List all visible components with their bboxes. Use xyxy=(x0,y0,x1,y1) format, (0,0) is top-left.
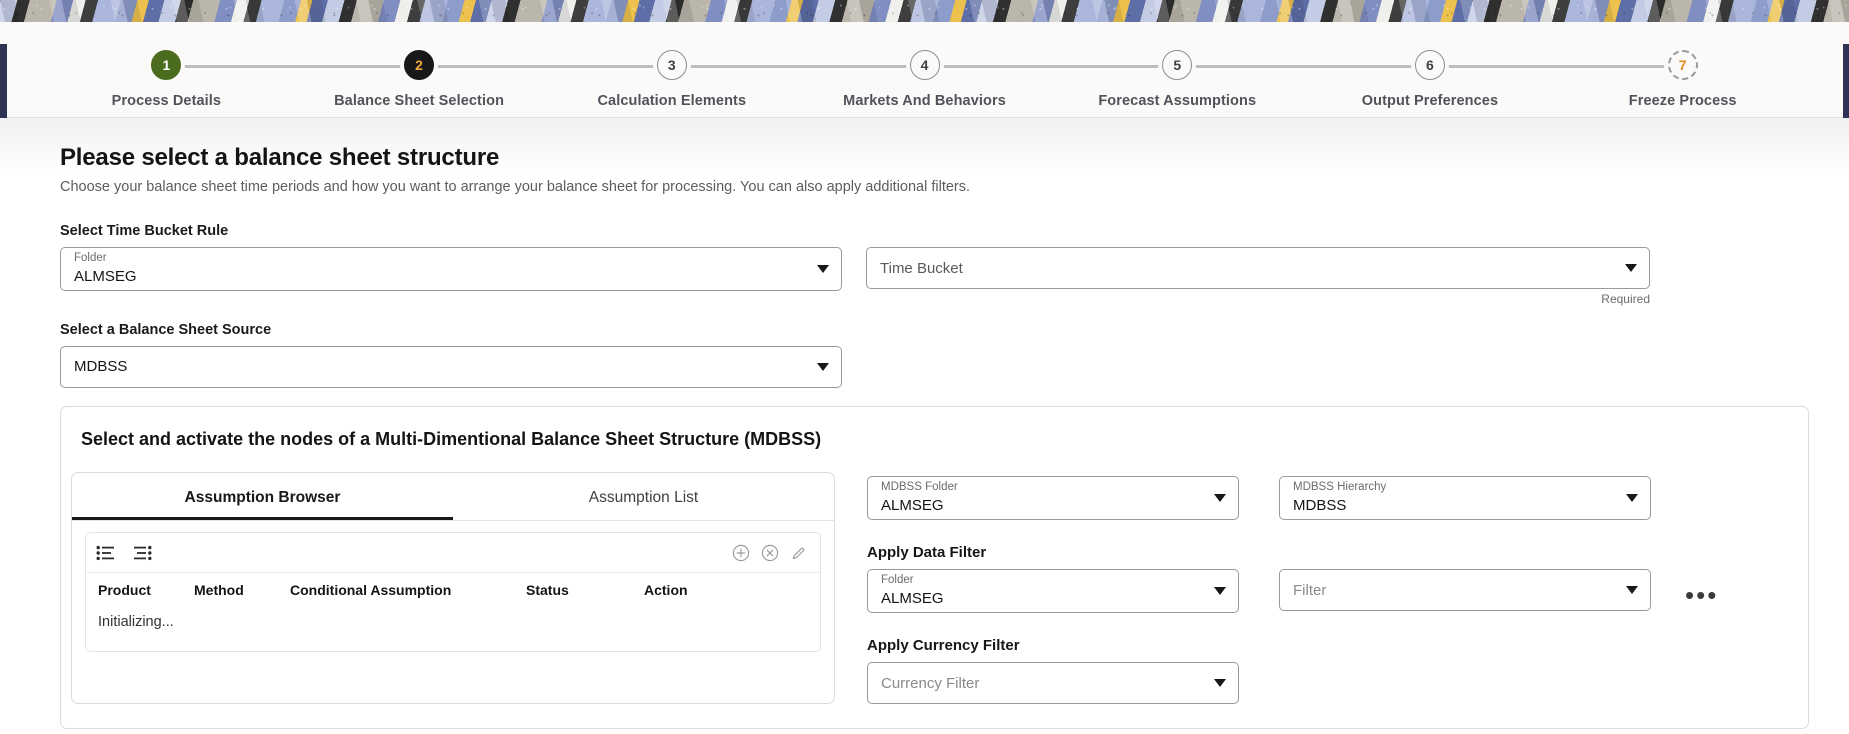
stepper-circle-6: 6 xyxy=(1414,50,1445,80)
chevron-down-icon xyxy=(1214,587,1226,595)
time-bucket-folder-value: ALMSEG xyxy=(74,267,137,285)
page-subtitle: Choose your balance sheet time periods a… xyxy=(60,179,971,195)
stepper-step-6[interactable]: 6 Output Preferences xyxy=(1304,50,1683,109)
time-bucket-required-note: Required xyxy=(1601,292,1650,306)
assumption-browser-box: Product Method Conditional Assumption St… xyxy=(85,532,821,652)
stepper-step-1[interactable]: 1 Process Details xyxy=(40,50,420,109)
mdbss-hierarchy-select[interactable]: MDBSS Hierarchy MDBSS xyxy=(1279,476,1651,520)
banner-texture-grain xyxy=(0,0,1849,22)
assumption-tabs: Assumption Browser Assumption List xyxy=(72,473,834,521)
data-filter-placeholder: Filter xyxy=(1293,581,1327,599)
chevron-down-icon xyxy=(1625,264,1637,272)
column-header-conditional-assumption: Conditional Assumption xyxy=(290,582,452,598)
tab-assumption-browser[interactable]: Assumption Browser xyxy=(72,473,453,520)
balance-sheet-source-select[interactable]: MDBSS xyxy=(60,346,842,388)
stepper-circle-2: 2 xyxy=(404,50,435,80)
decorative-header-banner xyxy=(0,0,1849,22)
stepper-step-7[interactable]: 7 Freeze Process xyxy=(1556,50,1809,109)
pencil-icon[interactable] xyxy=(790,544,808,562)
stepper-label-6: Output Preferences xyxy=(1361,93,1499,109)
column-header-product: Product xyxy=(98,582,151,598)
time-bucket-row: Folder ALMSEG Time Bucket Required xyxy=(60,247,1849,306)
stepper-label-1: Process Details xyxy=(111,93,222,109)
mdbss-panel: Select and activate the nodes of a Multi… xyxy=(60,406,1809,729)
balance-source-section-label: Select a Balance Sheet Source xyxy=(60,322,272,338)
more-horizontal-icon[interactable]: ••• xyxy=(1685,574,1718,608)
mdbss-hierarchy-label: MDBSS Hierarchy xyxy=(1293,481,1387,493)
column-header-action: Action xyxy=(644,582,688,598)
stepper-circle-1: 1 xyxy=(151,50,182,80)
list-bullets-left-icon[interactable] xyxy=(96,545,115,561)
mdbss-folder-value: ALMSEG xyxy=(881,496,944,514)
stepper-label-4: Markets And Behaviors xyxy=(843,93,1006,109)
stepper-step-2[interactable]: 2 Balance Sheet Selection xyxy=(293,50,672,109)
chevron-down-icon xyxy=(817,265,829,273)
apply-currency-filter-label: Apply Currency Filter xyxy=(867,637,1020,654)
time-bucket-folder-label: Folder xyxy=(74,252,107,264)
data-filter-folder-select[interactable]: Folder ALMSEG xyxy=(867,569,1239,613)
column-header-status: Status xyxy=(526,582,569,598)
stepper-label-7: Freeze Process xyxy=(1628,93,1737,109)
stepper-step-3[interactable]: 3 Calculation Elements xyxy=(545,50,925,109)
stepper-label-3: Calculation Elements xyxy=(597,93,747,109)
time-bucket-folder-select[interactable]: Folder ALMSEG xyxy=(60,247,842,291)
page-title: Please select a balance sheet structure xyxy=(60,144,500,171)
column-header-method: Method xyxy=(194,582,244,598)
stepper-circle-3: 3 xyxy=(656,50,687,80)
currency-filter-placeholder: Currency Filter xyxy=(881,674,980,692)
process-stepper: 1 Process Details 2 Balance Sheet Selection… xyxy=(0,22,1849,140)
tab-assumption-list[interactable]: Assumption List xyxy=(453,473,834,520)
mdbss-panel-title: Select and activate the nodes of a Multi… xyxy=(81,429,822,449)
apply-data-filter-label: Apply Data Filter xyxy=(867,544,987,561)
assumption-card: Assumption Browser Assumption List Produ… xyxy=(71,472,835,704)
mdbss-hierarchy-value: MDBSS xyxy=(1293,496,1347,514)
mdbss-folder-select[interactable]: MDBSS Folder ALMSEG xyxy=(867,476,1239,520)
chevron-down-icon xyxy=(1626,586,1638,594)
data-filter-row: Folder ALMSEG Filter ••• xyxy=(867,569,1784,613)
time-bucket-placeholder: Time Bucket xyxy=(880,259,963,277)
balance-sheet-source-value: MDBSS xyxy=(74,357,128,375)
data-filter-folder-label: Folder xyxy=(881,574,914,586)
mdbss-folder-label: MDBSS Folder xyxy=(881,481,958,493)
currency-filter-select[interactable]: Currency Filter xyxy=(867,662,1239,704)
chevron-down-icon xyxy=(1214,494,1226,502)
chevron-down-icon xyxy=(817,363,829,371)
stepper-step-4[interactable]: 4 Markets And Behaviors xyxy=(798,50,1178,109)
mdbss-selectors-row: MDBSS Folder ALMSEG MDBSS Hierarchy MDBS… xyxy=(867,476,1784,520)
chevron-down-icon xyxy=(1214,679,1226,687)
chevron-down-icon xyxy=(1626,494,1638,502)
stepper-circle-4: 4 xyxy=(909,50,940,80)
time-bucket-section-label: Select Time Bucket Rule xyxy=(60,223,229,239)
assumption-browser-toolbar xyxy=(86,533,820,573)
main-content: Please select a balance sheet structure … xyxy=(0,118,1849,734)
stepper-step-5[interactable]: 5 Forecast Assumptions xyxy=(1051,50,1430,109)
data-filter-folder-value: ALMSEG xyxy=(881,589,944,607)
assumption-grid-status: Initializing... xyxy=(98,614,174,630)
time-bucket-select[interactable]: Time Bucket xyxy=(866,247,1650,289)
plus-circle-icon[interactable] xyxy=(732,544,750,562)
assumption-grid-header: Product Method Conditional Assumption St… xyxy=(86,573,820,606)
close-circle-icon[interactable] xyxy=(761,544,779,562)
stepper-circle-5: 5 xyxy=(1162,50,1193,80)
stepper-label-2: Balance Sheet Selection xyxy=(334,93,505,109)
stepper-circle-7: 7 xyxy=(1667,50,1698,80)
stepper-label-5: Forecast Assumptions xyxy=(1098,93,1257,109)
mdbss-form-column: MDBSS Folder ALMSEG MDBSS Hierarchy MDBS… xyxy=(867,472,1784,704)
data-filter-select[interactable]: Filter xyxy=(1279,569,1651,611)
list-bullets-right-icon[interactable] xyxy=(133,545,152,561)
